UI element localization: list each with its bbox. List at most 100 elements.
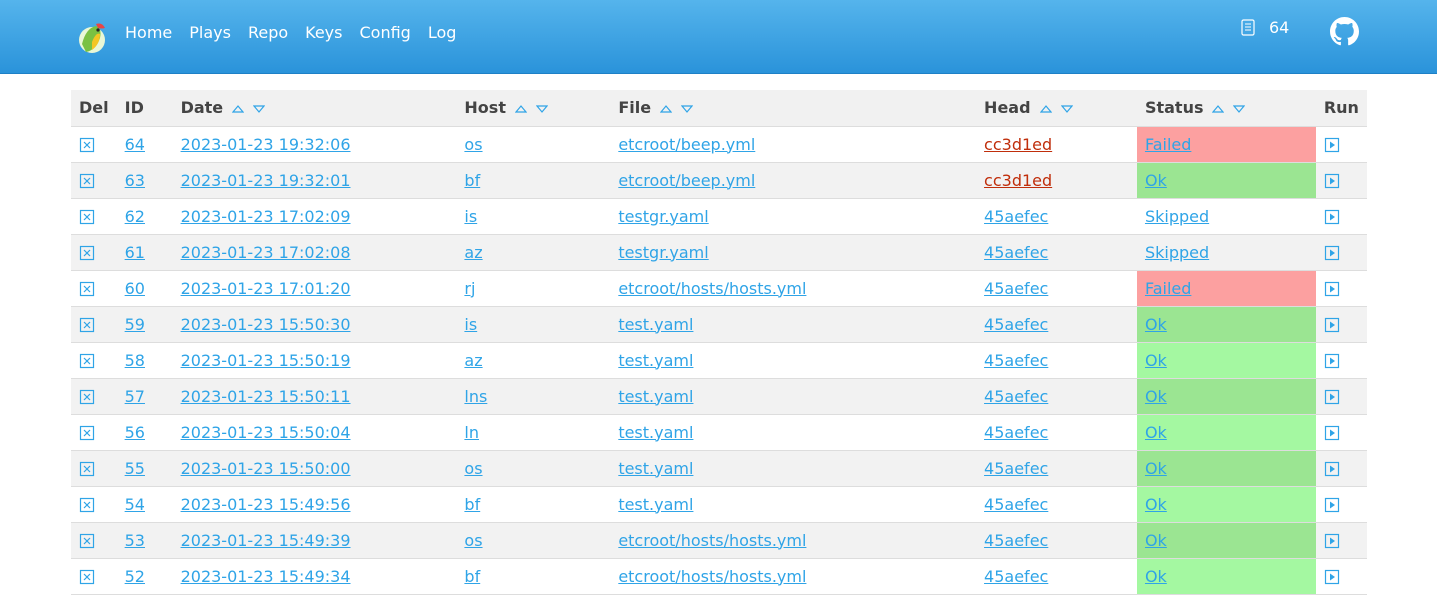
close-square-icon[interactable]: [79, 569, 95, 585]
host-link[interactable]: is: [464, 315, 477, 334]
file-link[interactable]: test.yaml: [618, 459, 693, 478]
status-link[interactable]: Ok: [1145, 531, 1167, 550]
run-id-link[interactable]: 62: [125, 207, 145, 226]
nav-plays[interactable]: Plays: [189, 22, 231, 44]
date-link[interactable]: 2023-01-23 17:02:08: [181, 243, 351, 262]
status-link[interactable]: Ok: [1145, 495, 1167, 514]
play-square-icon[interactable]: [1324, 353, 1340, 369]
host-link[interactable]: bf: [464, 567, 480, 586]
play-square-icon[interactable]: [1324, 533, 1340, 549]
sort-asc-icon[interactable]: [232, 104, 245, 114]
play-square-icon[interactable]: [1324, 281, 1340, 297]
host-link[interactable]: bf: [464, 495, 480, 514]
close-square-icon[interactable]: [79, 533, 95, 549]
file-link[interactable]: etcroot/hosts/hosts.yml: [618, 279, 806, 298]
head-commit-link[interactable]: 45aefec: [984, 315, 1048, 334]
file-link[interactable]: etcroot/hosts/hosts.yml: [618, 567, 806, 586]
host-link[interactable]: ln: [464, 423, 479, 442]
status-link[interactable]: Skipped: [1145, 243, 1209, 262]
close-square-icon[interactable]: [79, 173, 95, 189]
nav-home[interactable]: Home: [125, 22, 172, 44]
head-commit-link[interactable]: cc3d1ed: [984, 171, 1052, 190]
head-commit-link[interactable]: cc3d1ed: [984, 135, 1052, 154]
run-id-link[interactable]: 64: [125, 135, 145, 154]
date-link[interactable]: 2023-01-23 19:32:06: [181, 135, 351, 154]
date-link[interactable]: 2023-01-23 15:49:56: [181, 495, 351, 514]
host-link[interactable]: os: [464, 531, 482, 550]
date-link[interactable]: 2023-01-23 15:49:39: [181, 531, 351, 550]
play-square-icon[interactable]: [1324, 209, 1340, 225]
play-square-icon[interactable]: [1324, 137, 1340, 153]
sort-desc-icon[interactable]: [681, 104, 694, 114]
run-id-link[interactable]: 54: [125, 495, 145, 514]
status-link[interactable]: Ok: [1145, 351, 1167, 370]
close-square-icon[interactable]: [79, 389, 95, 405]
status-link[interactable]: Ok: [1145, 567, 1167, 586]
head-commit-link[interactable]: 45aefec: [984, 459, 1048, 478]
close-square-icon[interactable]: [79, 245, 95, 261]
file-link[interactable]: etcroot/beep.yml: [618, 171, 755, 190]
sort-asc-icon[interactable]: [514, 104, 527, 114]
run-id-link[interactable]: 59: [125, 315, 145, 334]
date-link[interactable]: 2023-01-23 15:50:30: [181, 315, 351, 334]
host-link[interactable]: bf: [464, 171, 480, 190]
status-link[interactable]: Failed: [1145, 135, 1191, 154]
head-commit-link[interactable]: 45aefec: [984, 495, 1048, 514]
sort-desc-icon[interactable]: [253, 104, 266, 114]
status-link[interactable]: Ok: [1145, 423, 1167, 442]
file-link[interactable]: testgr.yaml: [618, 207, 708, 226]
status-link[interactable]: Ok: [1145, 459, 1167, 478]
parrot-logo-icon[interactable]: [78, 20, 108, 54]
date-link[interactable]: 2023-01-23 15:50:04: [181, 423, 351, 442]
github-icon[interactable]: [1330, 17, 1359, 46]
status-link[interactable]: Ok: [1145, 315, 1167, 334]
date-link[interactable]: 2023-01-23 15:50:00: [181, 459, 351, 478]
run-id-link[interactable]: 56: [125, 423, 145, 442]
host-link[interactable]: os: [464, 135, 482, 154]
file-link[interactable]: testgr.yaml: [618, 243, 708, 262]
status-link[interactable]: Failed: [1145, 279, 1191, 298]
host-link[interactable]: is: [464, 207, 477, 226]
run-id-link[interactable]: 63: [125, 171, 145, 190]
close-square-icon[interactable]: [79, 425, 95, 441]
run-id-link[interactable]: 60: [125, 279, 145, 298]
sort-asc-icon[interactable]: [1212, 104, 1225, 114]
file-link[interactable]: etcroot/beep.yml: [618, 135, 755, 154]
date-link[interactable]: 2023-01-23 19:32:01: [181, 171, 351, 190]
host-link[interactable]: os: [464, 459, 482, 478]
close-square-icon[interactable]: [79, 281, 95, 297]
head-commit-link[interactable]: 45aefec: [984, 423, 1048, 442]
play-square-icon[interactable]: [1324, 173, 1340, 189]
host-link[interactable]: az: [464, 351, 482, 370]
close-square-icon[interactable]: [79, 461, 95, 477]
date-link[interactable]: 2023-01-23 17:02:09: [181, 207, 351, 226]
file-link[interactable]: test.yaml: [618, 387, 693, 406]
head-commit-link[interactable]: 45aefec: [984, 531, 1048, 550]
close-square-icon[interactable]: [79, 353, 95, 369]
host-link[interactable]: lns: [464, 387, 487, 406]
head-commit-link[interactable]: 45aefec: [984, 567, 1048, 586]
play-square-icon[interactable]: [1324, 245, 1340, 261]
nav-keys[interactable]: Keys: [305, 22, 342, 44]
run-id-link[interactable]: 53: [125, 531, 145, 550]
run-id-link[interactable]: 55: [125, 459, 145, 478]
status-link[interactable]: Skipped: [1145, 207, 1209, 226]
run-id-link[interactable]: 52: [125, 567, 145, 586]
head-commit-link[interactable]: 45aefec: [984, 387, 1048, 406]
head-commit-link[interactable]: 45aefec: [984, 279, 1048, 298]
file-link[interactable]: etcroot/hosts/hosts.yml: [618, 531, 806, 550]
play-square-icon[interactable]: [1324, 569, 1340, 585]
run-id-link[interactable]: 57: [125, 387, 145, 406]
sort-desc-icon[interactable]: [535, 104, 548, 114]
status-link[interactable]: Ok: [1145, 171, 1167, 190]
date-link[interactable]: 2023-01-23 15:50:11: [181, 387, 351, 406]
file-link[interactable]: test.yaml: [618, 315, 693, 334]
date-link[interactable]: 2023-01-23 15:50:19: [181, 351, 351, 370]
close-square-icon[interactable]: [79, 209, 95, 225]
play-square-icon[interactable]: [1324, 461, 1340, 477]
sort-desc-icon[interactable]: [1060, 104, 1073, 114]
file-link[interactable]: test.yaml: [618, 423, 693, 442]
date-link[interactable]: 2023-01-23 15:49:34: [181, 567, 351, 586]
play-square-icon[interactable]: [1324, 497, 1340, 513]
file-link[interactable]: test.yaml: [618, 495, 693, 514]
